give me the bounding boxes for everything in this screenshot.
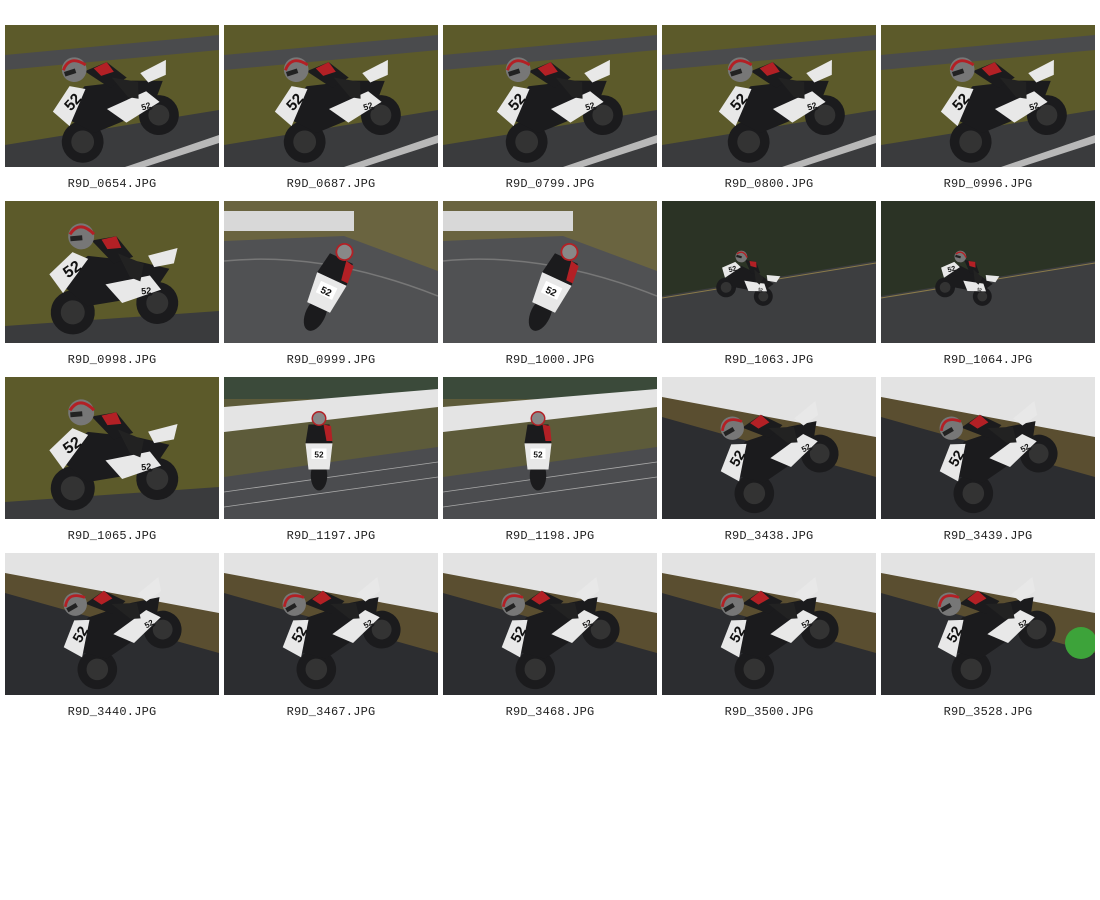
gallery-item[interactable]: 52 52 R9D_1065.JPG (5, 377, 219, 553)
gallery-item[interactable]: 52 52 R9D_3438.JPG (662, 377, 876, 553)
photo-thumbnail[interactable]: 52 (224, 377, 438, 519)
photo-thumbnail[interactable]: 52 52 (5, 377, 219, 519)
photo-thumbnail[interactable]: 52 52 (5, 25, 219, 167)
gallery-item[interactable]: 52 R9D_1000.JPG (443, 201, 657, 377)
photo-thumbnail[interactable]: 52 52 (662, 25, 876, 167)
svg-text:52: 52 (314, 451, 324, 460)
gallery-item[interactable]: 52 52 R9D_1063.JPG (662, 201, 876, 377)
photo-thumbnail[interactable]: 52 52 (881, 377, 1095, 519)
photo-filename: R9D_3440.JPG (67, 705, 157, 719)
photo-filename: R9D_1198.JPG (505, 529, 595, 543)
photo-thumbnail[interactable]: 52 (224, 201, 438, 343)
photo-thumbnail[interactable]: 52 (443, 377, 657, 519)
photo-filename: R9D_3500.JPG (724, 705, 814, 719)
gallery-item[interactable]: 52 R9D_1198.JPG (443, 377, 657, 553)
thumbnail-gallery: 52 52 R9D_0654.JPG 52 52 R9D_0687.JPG 52… (5, 25, 1095, 729)
photo-filename: R9D_0687.JPG (286, 177, 376, 191)
gallery-item[interactable]: 52 52 R9D_3500.JPG (662, 553, 876, 729)
photo-thumbnail[interactable]: 52 52 (224, 553, 438, 695)
photo-thumbnail[interactable]: 52 52 (662, 377, 876, 519)
gallery-item[interactable]: 52 52 R9D_0800.JPG (662, 25, 876, 201)
gallery-item[interactable]: 52 52 R9D_3528.JPG (881, 553, 1095, 729)
photo-filename: R9D_0999.JPG (286, 353, 376, 367)
gallery-item[interactable]: 52 52 R9D_0799.JPG (443, 25, 657, 201)
photo-filename: R9D_3467.JPG (286, 705, 376, 719)
gallery-item[interactable]: 52 52 R9D_3467.JPG (224, 553, 438, 729)
photo-filename: R9D_1063.JPG (724, 353, 814, 367)
photo-thumbnail[interactable]: 52 52 (662, 201, 876, 343)
gallery-item[interactable]: 52 52 R9D_3440.JPG (5, 553, 219, 729)
gallery-item[interactable]: 52 R9D_1197.JPG (224, 377, 438, 553)
svg-text:52: 52 (533, 451, 543, 460)
svg-text:52: 52 (141, 461, 152, 472)
photo-filename: R9D_1064.JPG (943, 353, 1033, 367)
photo-thumbnail[interactable]: 52 52 (443, 553, 657, 695)
gallery-item[interactable]: 52 52 R9D_1064.JPG (881, 201, 1095, 377)
photo-filename: R9D_0800.JPG (724, 177, 814, 191)
gallery-item[interactable]: 52 52 R9D_0998.JPG (5, 201, 219, 377)
photo-filename: R9D_3468.JPG (505, 705, 595, 719)
photo-filename: R9D_1197.JPG (286, 529, 376, 543)
svg-text:52: 52 (141, 285, 152, 296)
gallery-item[interactable]: 52 52 R9D_3439.JPG (881, 377, 1095, 553)
gallery-item[interactable]: 52 R9D_0999.JPG (224, 201, 438, 377)
gallery-item[interactable]: 52 52 R9D_0654.JPG (5, 25, 219, 201)
photo-filename: R9D_3438.JPG (724, 529, 814, 543)
photo-filename: R9D_3528.JPG (943, 705, 1033, 719)
photo-thumbnail[interactable]: 52 52 (224, 25, 438, 167)
photo-thumbnail[interactable]: 52 52 (881, 25, 1095, 167)
photo-filename: R9D_0996.JPG (943, 177, 1033, 191)
gallery-item[interactable]: 52 52 R9D_0996.JPG (881, 25, 1095, 201)
photo-filename: R9D_1000.JPG (505, 353, 595, 367)
gallery-item[interactable]: 52 52 R9D_0687.JPG (224, 25, 438, 201)
photo-filename: R9D_0998.JPG (67, 353, 157, 367)
photo-thumbnail[interactable]: 52 52 (881, 553, 1095, 695)
photo-thumbnail[interactable]: 52 52 (443, 25, 657, 167)
photo-filename: R9D_0654.JPG (67, 177, 157, 191)
photo-thumbnail[interactable]: 52 (443, 201, 657, 343)
photo-thumbnail[interactable]: 52 52 (5, 201, 219, 343)
photo-thumbnail[interactable]: 52 52 (662, 553, 876, 695)
photo-filename: R9D_3439.JPG (943, 529, 1033, 543)
photo-filename: R9D_1065.JPG (67, 529, 157, 543)
gallery-item[interactable]: 52 52 R9D_3468.JPG (443, 553, 657, 729)
photo-thumbnail[interactable]: 52 52 (881, 201, 1095, 343)
photo-thumbnail[interactable]: 52 52 (5, 553, 219, 695)
photo-filename: R9D_0799.JPG (505, 177, 595, 191)
